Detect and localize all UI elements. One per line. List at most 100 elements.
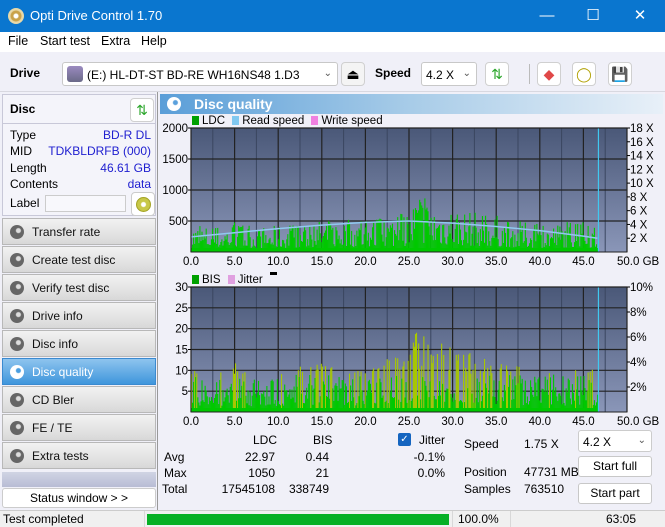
data-bar bbox=[464, 214, 466, 252]
data-bar bbox=[419, 199, 421, 252]
data-bar bbox=[466, 371, 468, 412]
data-bar bbox=[549, 377, 552, 412]
status-window-button[interactable]: Status window > > bbox=[2, 488, 156, 508]
jitter-checkbox[interactable]: ✓ bbox=[398, 433, 411, 446]
data-bar bbox=[505, 365, 508, 412]
data-bar bbox=[443, 224, 445, 252]
nav-label: Disc info bbox=[32, 337, 79, 351]
save-button[interactable]: 💾 bbox=[608, 62, 632, 86]
check-icon: ✓ bbox=[400, 434, 409, 445]
data-bar bbox=[379, 378, 381, 412]
erase-button[interactable]: ◆ bbox=[537, 62, 561, 86]
speed-select[interactable]: 4.2 X ⌄ bbox=[421, 62, 477, 86]
max-label: Max bbox=[164, 466, 187, 480]
copy-button[interactable]: ◯ bbox=[572, 62, 596, 86]
data-bar bbox=[232, 368, 234, 412]
disc-quality-icon bbox=[10, 365, 24, 379]
x-tick-label: 15.0 bbox=[311, 416, 333, 428]
nav-disc-info[interactable]: Disc info bbox=[2, 330, 156, 357]
start-part-button[interactable]: Start part bbox=[578, 483, 652, 504]
nav-drive-info[interactable]: Drive info bbox=[2, 302, 156, 329]
contents-key: Contents bbox=[10, 177, 59, 191]
label-input[interactable] bbox=[45, 195, 126, 212]
disc-info-icon bbox=[10, 337, 24, 351]
y2-tick-label: 2% bbox=[630, 382, 647, 394]
chevron-down-icon: ⌄ bbox=[637, 435, 646, 446]
data-bar bbox=[233, 373, 236, 412]
eject-button[interactable]: ⏏ bbox=[341, 62, 365, 86]
y-tick-label: 1500 bbox=[162, 154, 188, 166]
nav-verify-test-disc[interactable]: Verify test disc bbox=[2, 274, 156, 301]
bis-column-header: BIS bbox=[313, 433, 333, 447]
data-bar bbox=[372, 370, 374, 412]
data-bar bbox=[425, 209, 427, 252]
data-bar bbox=[368, 379, 370, 412]
data-bar bbox=[587, 372, 589, 412]
x-tick-label: 45.0 bbox=[572, 256, 594, 268]
nav-cd-bler[interactable]: CD Bler bbox=[2, 386, 156, 413]
nav-extra-tests[interactable]: Extra tests bbox=[2, 442, 156, 469]
test-speed-select[interactable]: 4.2 X ⌄ bbox=[578, 430, 652, 452]
data-bar bbox=[457, 354, 459, 412]
refresh-button[interactable]: ⇅ bbox=[485, 62, 509, 86]
nav-transfer-rate[interactable]: Transfer rate bbox=[2, 218, 156, 245]
data-bar bbox=[232, 225, 234, 252]
disc-refresh-button[interactable]: ⇅ bbox=[130, 98, 154, 122]
data-bar bbox=[349, 373, 351, 412]
data-bar bbox=[338, 377, 340, 412]
nav-disc-quality[interactable]: Disc quality bbox=[2, 358, 156, 385]
data-bar bbox=[478, 381, 480, 412]
data-bar bbox=[378, 219, 380, 252]
eject-icon: ⏏ bbox=[346, 66, 360, 82]
x-tick-label: 35.0 bbox=[485, 256, 507, 268]
minimize-legend-icon[interactable] bbox=[269, 272, 277, 275]
data-bar bbox=[420, 202, 422, 252]
data-bar bbox=[465, 367, 467, 412]
nav-fe-te[interactable]: FE / TE bbox=[2, 414, 156, 441]
progress-percent: 100.0% bbox=[458, 512, 499, 526]
start-full-button[interactable]: Start full bbox=[578, 456, 652, 477]
drive-select[interactable]: (E:) HL-DT-ST BD-RE WH16NS48 1.D3 ⌄ bbox=[62, 62, 338, 86]
y-tick-label: 30 bbox=[175, 282, 188, 294]
minimize-button[interactable]: — bbox=[524, 0, 570, 32]
data-bar bbox=[397, 358, 399, 412]
y2-tick-label: 14 X bbox=[630, 151, 654, 163]
nav-create-test-disc[interactable]: Create test disc bbox=[2, 246, 156, 273]
data-bar bbox=[469, 353, 471, 412]
menu-file[interactable]: File bbox=[8, 34, 28, 48]
data-bar bbox=[413, 346, 415, 412]
data-bar bbox=[315, 370, 317, 412]
data-bar bbox=[321, 366, 323, 412]
data-bar bbox=[407, 360, 409, 412]
data-bar bbox=[219, 379, 221, 412]
data-bar bbox=[402, 366, 404, 412]
y-tick-label: 15 bbox=[175, 345, 188, 357]
data-bar bbox=[486, 224, 488, 252]
x-tick-label: 30.0 bbox=[441, 256, 463, 268]
speed-select-value: 4.2 X bbox=[426, 68, 455, 82]
close-button[interactable]: ✕ bbox=[617, 0, 663, 32]
menu-help[interactable]: Help bbox=[141, 34, 167, 48]
menu-extra[interactable]: Extra bbox=[101, 34, 130, 48]
x-tick-label: 50.0 GB bbox=[617, 256, 660, 268]
data-bar bbox=[271, 379, 273, 412]
data-bar bbox=[509, 375, 511, 412]
data-bar bbox=[234, 363, 237, 412]
disc-icon bbox=[136, 197, 151, 212]
maximize-button[interactable]: ☐ bbox=[570, 0, 616, 32]
menu-start-test[interactable]: Start test bbox=[40, 34, 90, 48]
data-bar bbox=[515, 385, 517, 412]
x-tick-label: 35.0 bbox=[485, 416, 507, 428]
data-bar bbox=[566, 222, 568, 252]
data-bar bbox=[438, 224, 441, 252]
main-panel: Disc quality LDC Read speed Write speed … bbox=[158, 92, 665, 510]
data-bar bbox=[322, 381, 324, 412]
x-tick-label: 40.0 bbox=[529, 256, 551, 268]
nav-label: Disc quality bbox=[32, 365, 94, 379]
data-bar bbox=[485, 215, 487, 252]
data-bar bbox=[270, 380, 272, 412]
label-button[interactable] bbox=[131, 192, 155, 216]
data-bar bbox=[216, 382, 218, 412]
speed-stat-label: Speed bbox=[464, 437, 499, 451]
data-bar bbox=[373, 222, 375, 252]
